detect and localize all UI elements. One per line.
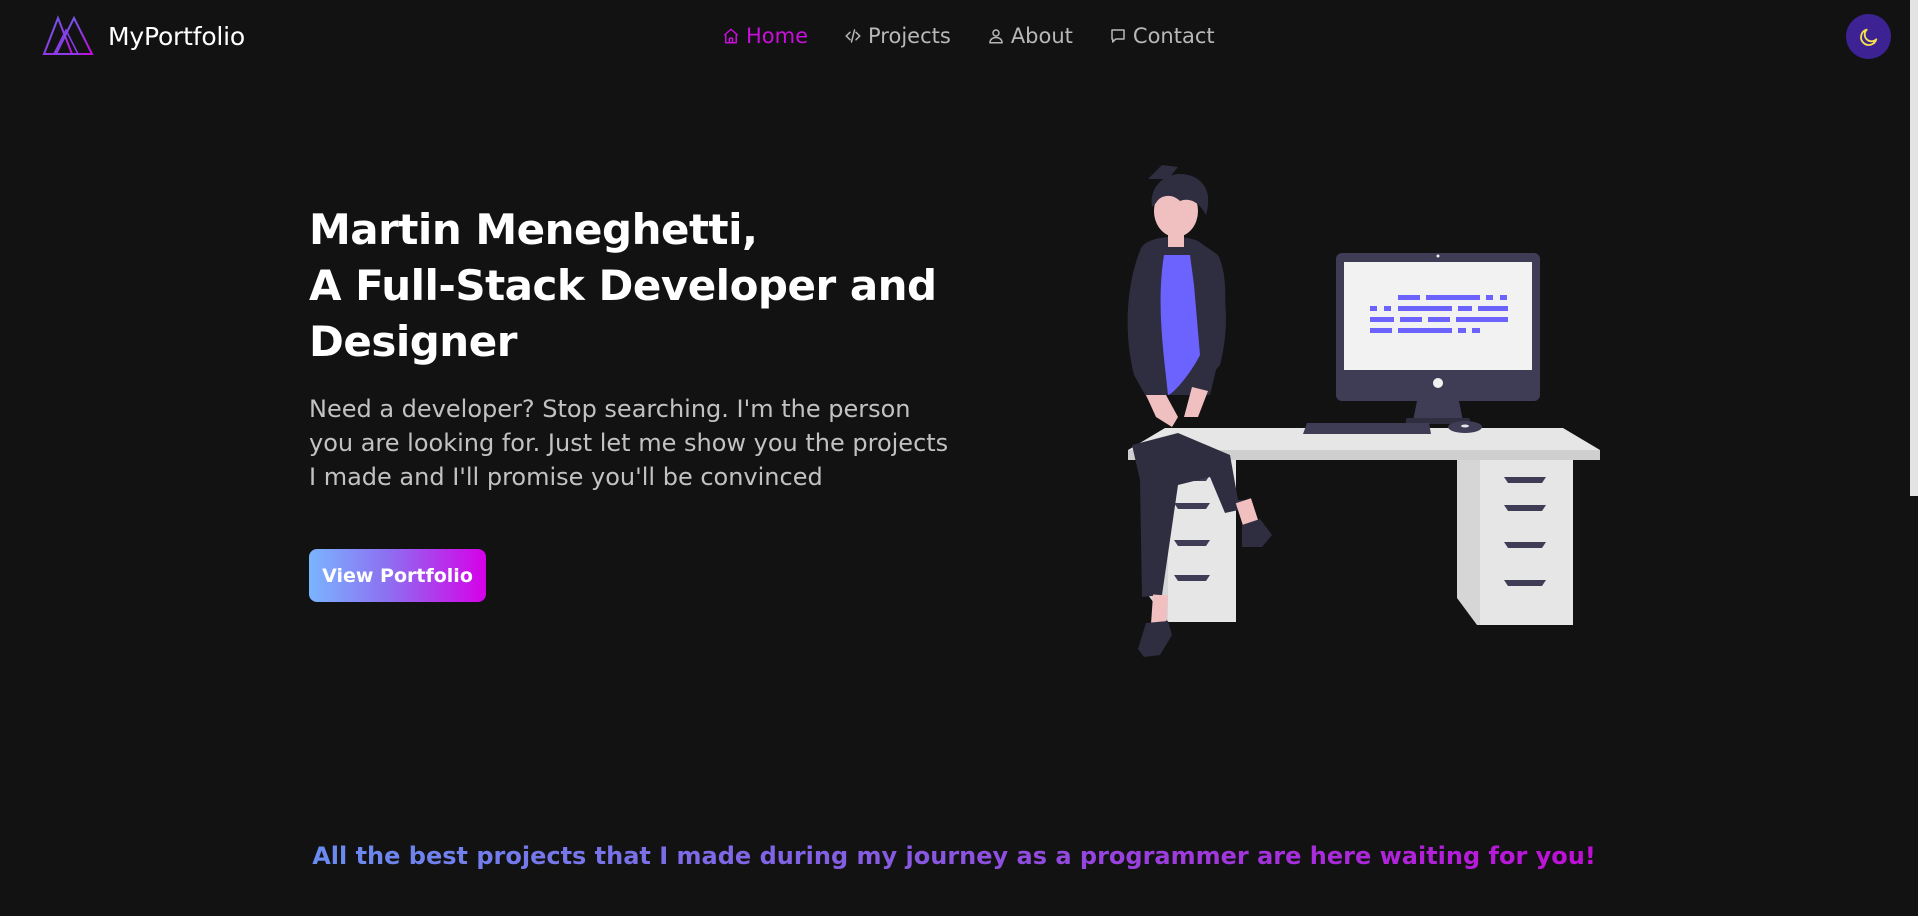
nav-projects[interactable]: Projects (844, 24, 951, 48)
nav-about-label: About (1010, 24, 1073, 48)
hero-title-line: Designer (309, 317, 517, 366)
scrollbar-thumb[interactable] (1910, 0, 1918, 496)
nav-contact[interactable]: Contact (1109, 24, 1215, 48)
brand-name: MyPortfolio (108, 21, 246, 51)
top-navbar: MyPortfolio Home Projects About Contact (0, 0, 1918, 76)
main-nav: Home Projects About Contact (722, 24, 1215, 48)
view-portfolio-button[interactable]: View Portfolio (309, 549, 486, 602)
developer-desk-illustration (1127, 165, 1600, 657)
hero-description: Need a developer? Stop searching. I'm th… (309, 395, 949, 491)
home-icon (723, 28, 739, 44)
hero-text: Martin Meneghetti, A Full-Stack Develope… (309, 202, 949, 494)
code-icon (845, 29, 861, 43)
brand-link[interactable]: MyPortfolio (42, 14, 245, 58)
nav-home[interactable]: Home (722, 24, 808, 48)
hero-title: Martin Meneghetti, A Full-Stack Develope… (309, 202, 949, 370)
user-icon (989, 29, 1003, 44)
hero-title-line: Martin Meneghetti, (309, 205, 758, 254)
projects-tagline: All the best projects that I made during… (0, 842, 1908, 870)
nav-contact-label: Contact (1132, 24, 1215, 48)
page: MyPortfolio Home Projects About Contact … (0, 0, 1918, 916)
mountain-triangles-logo (42, 15, 94, 55)
chat-icon (1111, 29, 1125, 43)
nav-home-label: Home (746, 24, 809, 48)
projects-tagline-text: All the best projects that I made during… (312, 842, 1596, 870)
hero-title-line: A Full-Stack Developer and (309, 261, 937, 310)
nav-about[interactable]: About (987, 24, 1073, 48)
moon-icon (1859, 28, 1877, 46)
nav-projects-label: Projects (868, 24, 951, 48)
theme-toggle-button[interactable] (1846, 14, 1891, 59)
